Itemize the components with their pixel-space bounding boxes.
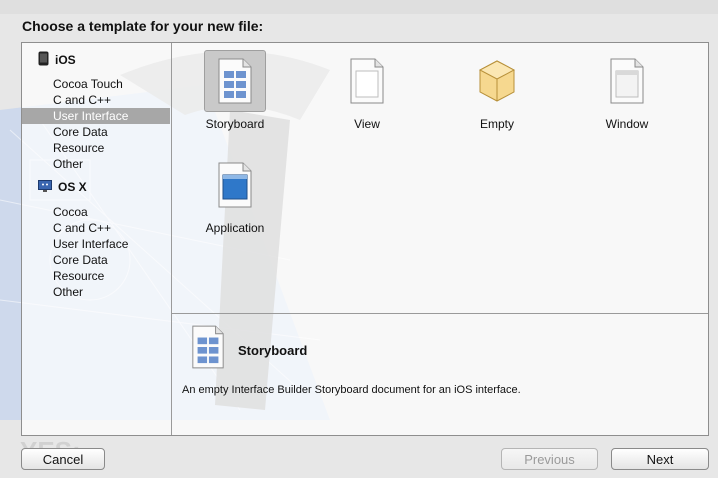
template-label: View [354,117,380,131]
sidebar-group-label: iOS [55,53,76,67]
previous-button[interactable]: Previous [501,448,598,470]
sidebar-item-osx-resource[interactable]: Resource [22,268,170,284]
sidebar-group-label: OS X [58,180,87,194]
sidebar-item-ios-resource[interactable]: Resource [22,140,170,156]
template-chooser-panel: iOS Cocoa Touch C and C++ User Interface… [21,42,709,436]
template-grid: Storyboard View Empty Window Application [172,43,708,314]
cancel-button[interactable]: Cancel [21,448,105,470]
sidebar-item-osx-other[interactable]: Other [22,284,170,300]
template-category-sidebar: iOS Cocoa Touch C and C++ User Interface… [22,43,172,435]
template-tile-view[interactable]: View [317,50,417,131]
sidebar-group-osx: OS X [38,178,87,196]
template-tile-storyboard[interactable]: Storyboard [185,50,285,131]
mac-finder-icon [38,179,52,195]
sidebar-item-ios-c-and-cpp[interactable]: C and C++ [22,92,170,108]
sidebar-item-osx-core-data[interactable]: Core Data [22,252,170,268]
empty-cube-icon [466,50,528,112]
sidebar-group-ios: iOS [38,51,76,69]
window-document-icon [596,50,658,112]
detail-description: An empty Interface Builder Storyboard do… [182,384,521,396]
template-label: Window [605,117,649,131]
sidebar-item-ios-user-interface[interactable]: User Interface [22,108,170,124]
sidebar-item-ios-other[interactable]: Other [22,156,170,172]
sidebar-item-osx-cocoa[interactable]: Cocoa [22,204,170,220]
storyboard-icon [204,50,266,112]
detail-title: Storyboard [238,343,308,358]
next-button[interactable]: Next [611,448,709,470]
sidebar-item-osx-user-interface[interactable]: User Interface [22,236,170,252]
storyboard-icon [190,325,226,372]
background-window-strip [0,0,718,14]
dialog-title: Choose a template for your new file: [22,18,264,34]
template-label: Storyboard [205,117,265,131]
sidebar-item-ios-core-data[interactable]: Core Data [22,124,170,140]
template-label: Empty [479,117,514,131]
sidebar-item-osx-c-and-cpp[interactable]: C and C++ [22,220,170,236]
sidebar-item-ios-cocoa-touch[interactable]: Cocoa Touch [22,76,170,92]
template-tile-window[interactable]: Window [577,50,677,131]
template-label: Application [205,221,265,235]
application-document-icon [204,154,266,216]
template-detail: Storyboard An empty Interface Builder St… [172,314,708,435]
template-tile-application[interactable]: Application [185,154,285,235]
iphone-icon [38,51,49,69]
template-tile-empty[interactable]: Empty [447,50,547,131]
view-document-icon [336,50,398,112]
